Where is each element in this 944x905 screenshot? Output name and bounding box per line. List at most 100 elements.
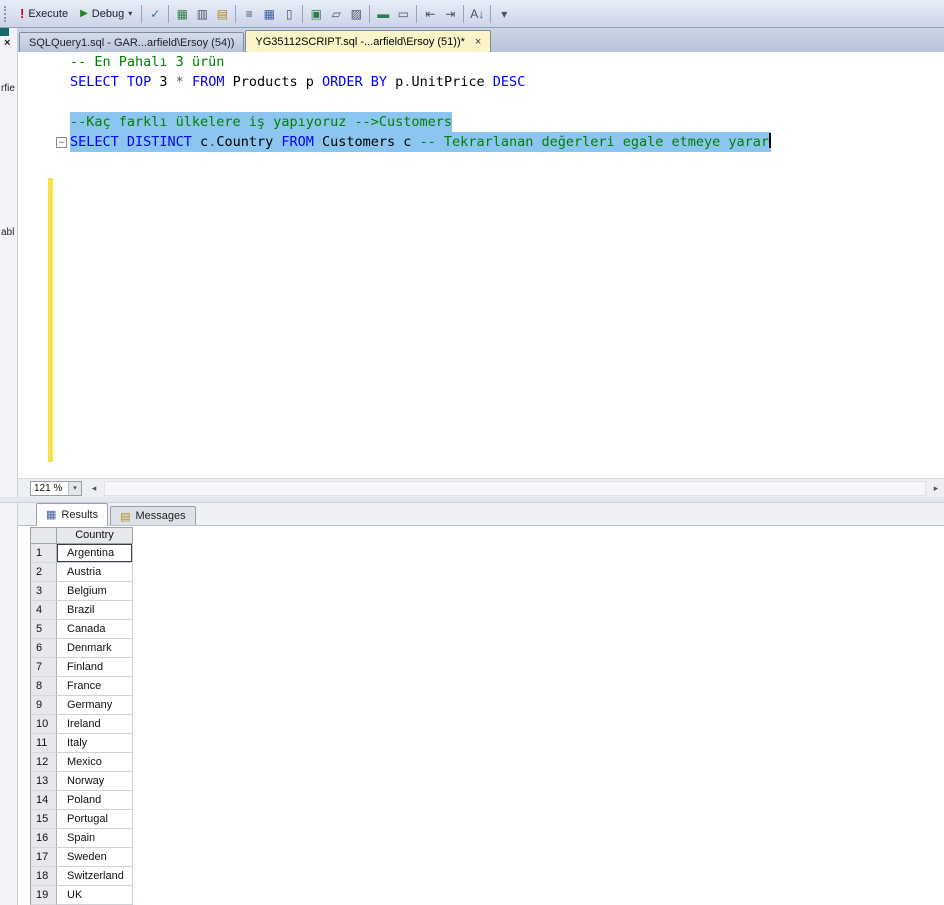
execute-label: Execute xyxy=(28,7,69,20)
grid-cell[interactable]: Sweden xyxy=(57,848,133,867)
execute-icon: ! xyxy=(20,6,25,21)
zoom-combo[interactable]: 121 % ▾ xyxy=(30,480,82,496)
toolbar-grip[interactable] xyxy=(4,5,9,22)
results-to-file-icon[interactable]: ▯ xyxy=(279,4,299,24)
query-toolbar: ! Execute ▶ Debug ▾ ✓ ▦ ▥ ▤ ≡ ▦ ▯ ▣ ▱ ▨ ▬ ▭ ⇤ ⇥ A↓ ▾ xyxy=(0,0,944,28)
actual-plan-icon[interactable]: ▣ xyxy=(306,4,326,24)
code-token: SELECT DISTINCT xyxy=(70,134,192,150)
row-header[interactable]: 19 xyxy=(30,886,57,905)
scroll-left-icon[interactable]: ◂ xyxy=(86,483,102,494)
scroll-track[interactable] xyxy=(104,480,926,496)
sort-az-icon[interactable]: A↓ xyxy=(467,4,487,24)
row-header[interactable]: 4 xyxy=(30,601,57,620)
row-header[interactable]: 2 xyxy=(30,563,57,582)
tab-document[interactable]: SQLQuery1.sql - GAR...arfield\Ersoy (54)… xyxy=(19,32,245,52)
toolbar-overflow-icon[interactable]: ▾ xyxy=(494,4,514,24)
query-designer-icon[interactable]: ▥ xyxy=(192,4,212,24)
row-header[interactable]: 15 xyxy=(30,810,57,829)
table-row: 8 France xyxy=(30,677,133,696)
results-to-grid-icon[interactable]: ▦ xyxy=(259,4,279,24)
code-line: SELECT DISTINCT c.Country FROM Customers… xyxy=(70,132,772,152)
row-header[interactable]: 17 xyxy=(30,848,57,867)
decrease-indent-icon[interactable]: ⇤ xyxy=(420,4,440,24)
grid-cell[interactable]: France xyxy=(57,677,133,696)
code-token: FROM xyxy=(191,74,225,90)
uncomment-lines-icon[interactable]: ▭ xyxy=(393,4,413,24)
column-header-country[interactable]: Country xyxy=(57,527,133,544)
increase-indent-icon[interactable]: ⇥ xyxy=(440,4,460,24)
grid-cell[interactable]: Mexico xyxy=(57,753,133,772)
grid-cell[interactable]: Austria xyxy=(57,563,133,582)
grid-cell[interactable]: Canada xyxy=(57,620,133,639)
grid-cell[interactable]: Ireland xyxy=(57,715,133,734)
tab-close-icon[interactable]: × xyxy=(475,36,481,48)
estimated-plan-icon[interactable]: ▦ xyxy=(172,4,192,24)
table-row: 18 Switzerland xyxy=(30,867,133,886)
template-notebook-icon[interactable]: ▤ xyxy=(212,4,232,24)
horizontal-scrollbar[interactable]: ◂ ▸ xyxy=(86,479,944,497)
grid-cell[interactable]: Brazil xyxy=(57,601,133,620)
grid-cell[interactable]: Germany xyxy=(57,696,133,715)
zoom-dropdown-icon[interactable]: ▾ xyxy=(68,481,81,495)
client-statistics-icon[interactable]: ▱ xyxy=(326,4,346,24)
toolbar-icons: ✓ ▦ ▥ ▤ ≡ ▦ ▯ ▣ ▱ ▨ ▬ ▭ ⇤ ⇥ A↓ ▾ xyxy=(138,4,514,24)
grid-cell[interactable]: Italy xyxy=(57,734,133,753)
code-token: --Kaç farklı ülkelere iş yapıyoruz -->Cu… xyxy=(70,114,453,130)
tab-messages[interactable]: ▤ Messages xyxy=(110,506,196,525)
table-row: 14 Poland xyxy=(30,791,133,810)
table-row: 11 Italy xyxy=(30,734,133,753)
row-header[interactable]: 14 xyxy=(30,791,57,810)
table-row: 19 UK xyxy=(30,886,133,905)
row-header[interactable]: 10 xyxy=(30,715,57,734)
row-header[interactable]: 11 xyxy=(30,734,57,753)
comment-lines-icon[interactable]: ▬ xyxy=(373,4,393,24)
sql-editor[interactable]: − -- En Pahalı 3 ürün SELECT TOP 3 * FROM… xyxy=(18,52,944,478)
collapsed-left-panel[interactable]: × rfie abl xyxy=(0,28,18,905)
tab-active-document[interactable]: YG35112SCRIPT.sql -...arfield\Ersoy (51)… xyxy=(245,30,492,52)
grid-cell[interactable]: Denmark xyxy=(57,639,133,658)
row-header[interactable]: 3 xyxy=(30,582,57,601)
parse-check-icon[interactable]: ✓ xyxy=(145,4,165,24)
debug-dropdown-icon[interactable]: ▾ xyxy=(128,9,132,18)
fold-collapse-icon[interactable]: − xyxy=(56,137,67,148)
row-header[interactable]: 16 xyxy=(30,829,57,848)
grid-cell[interactable]: Spain xyxy=(57,829,133,848)
table-row: 17 Sweden xyxy=(30,848,133,867)
toolbar-separator xyxy=(168,4,170,23)
row-header[interactable]: 9 xyxy=(30,696,57,715)
code-line-text: SELECT DISTINCT c.Country FROM Customers… xyxy=(70,132,772,152)
row-header[interactable]: 6 xyxy=(30,639,57,658)
grid-cell[interactable]: Poland xyxy=(57,791,133,810)
code-line-text: -- En Pahalı 3 ürün xyxy=(70,52,224,72)
results-pane: ▦ Results ▤ Messages Country 1 Argentina 2 Aus… xyxy=(18,503,944,905)
debug-label: Debug xyxy=(91,7,125,20)
sqlcmd-mode-icon[interactable]: ▨ xyxy=(346,4,366,24)
row-header[interactable]: 5 xyxy=(30,620,57,639)
grid-cell[interactable]: Belgium xyxy=(57,582,133,601)
grid-cell[interactable]: Switzerland xyxy=(57,867,133,886)
execute-button[interactable]: ! Execute xyxy=(14,4,74,23)
row-header[interactable]: 7 xyxy=(30,658,57,677)
grid-cell[interactable]: Argentina xyxy=(57,544,133,563)
row-header[interactable]: 12 xyxy=(30,753,57,772)
tab-label: YG35112SCRIPT.sql -...arfield\Ersoy (51)… xyxy=(255,35,465,48)
row-header[interactable]: 13 xyxy=(30,772,57,791)
grid-cell[interactable]: Finland xyxy=(57,658,133,677)
scroll-right-icon[interactable]: ▸ xyxy=(928,483,944,494)
grid-corner-cell[interactable] xyxy=(30,527,57,544)
panel-color-tab xyxy=(0,28,9,36)
grid-body: 1 Argentina 2 Austria 3 Belgium 4 Brazil 5 Canada… xyxy=(30,544,133,905)
grid-cell[interactable]: Norway xyxy=(57,772,133,791)
row-header[interactable]: 8 xyxy=(30,677,57,696)
row-header[interactable]: 1 xyxy=(30,544,57,563)
row-header[interactable]: 18 xyxy=(30,867,57,886)
zoom-value: 121 % xyxy=(34,482,63,494)
debug-button[interactable]: ▶ Debug ▾ xyxy=(74,6,138,22)
grid-cell[interactable]: UK xyxy=(57,886,133,905)
panel-close-icon[interactable]: × xyxy=(4,37,10,49)
tab-label: Messages xyxy=(135,510,186,522)
results-to-text-icon[interactable]: ≡ xyxy=(239,4,259,24)
tab-results[interactable]: ▦ Results xyxy=(36,503,109,526)
table-row: 6 Denmark xyxy=(30,639,133,658)
grid-cell[interactable]: Portugal xyxy=(57,810,133,829)
